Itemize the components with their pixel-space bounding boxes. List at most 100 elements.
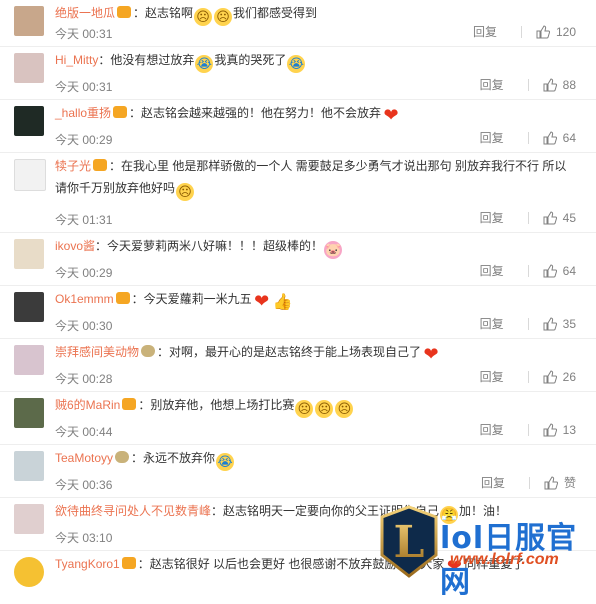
- reply-button[interactable]: 回复: [480, 76, 504, 93]
- comment-username[interactable]: 贼6的MaRin: [55, 398, 120, 412]
- like-count: 64: [562, 263, 576, 278]
- like-button[interactable]: 120: [536, 25, 576, 39]
- crying-emoji-icon: 😭: [216, 453, 235, 471]
- comment-text-tail: 请你千万别放弃他好吗: [55, 181, 176, 195]
- like-count: 88: [562, 77, 576, 92]
- divider: [528, 476, 530, 489]
- comment-text: ：对啊，最开心的是赵志铭终于能上场表现自己了: [157, 345, 422, 359]
- comment-username[interactable]: 犊子光: [55, 159, 91, 173]
- avatar[interactable]: [14, 239, 44, 269]
- reply-button[interactable]: 回复: [481, 474, 505, 491]
- comment-time: 今天 03:10: [55, 531, 113, 545]
- avatar[interactable]: [14, 106, 44, 136]
- reply-button[interactable]: 回复: [480, 262, 504, 279]
- reply-button[interactable]: 回复: [480, 368, 504, 385]
- comment-time: 今天 00:31: [55, 80, 113, 94]
- comment-time: 今天 00:29: [55, 133, 113, 147]
- vip-badge-icon: [93, 159, 108, 171]
- comment-username[interactable]: TeaMotoyy: [55, 451, 113, 465]
- like-count: 35: [562, 316, 576, 331]
- comment-body: ikovo酱：今天爱萝莉两米八好嘛！！！超级棒的！ 🐷: [55, 235, 584, 259]
- comment-username[interactable]: _hallo重扬: [55, 106, 111, 120]
- comment-username[interactable]: 欲待曲终寻问处人不见数青峰: [55, 504, 211, 518]
- avatar[interactable]: [14, 53, 44, 83]
- thumbs-up-icon: [543, 210, 557, 224]
- comment-username[interactable]: TyangKoro1: [55, 557, 120, 571]
- like-button[interactable]: 45: [543, 211, 576, 225]
- divider: [520, 25, 522, 38]
- comment-actions: 回复 35: [480, 315, 576, 332]
- sad-emoji-icon: ☹: [194, 8, 213, 26]
- like-count: 26: [562, 369, 576, 384]
- comment-body: Hi_Mitty：他没有想过放弃 😭 我真的哭死了 😭: [55, 49, 584, 73]
- comment-text: ：赵志铭会越来越强的！他在努力！他不会放弃: [129, 106, 382, 120]
- thumbs-up-icon: [536, 24, 550, 38]
- like-button[interactable]: 64: [543, 264, 576, 278]
- comment-item: Hi_Mitty：他没有想过放弃 😭 我真的哭死了 😭 今天 00:31 回复 88: [0, 47, 596, 100]
- comment-text: ：赵志铭啊: [133, 6, 194, 20]
- divider: [527, 370, 529, 383]
- comment-text: ：永远不放弃你: [131, 451, 216, 465]
- comment-username[interactable]: ikovo酱: [55, 239, 95, 253]
- reply-button[interactable]: 回复: [480, 315, 504, 332]
- avatar[interactable]: [14, 159, 46, 191]
- comment-username[interactable]: 崇拜感间美动物: [55, 345, 139, 359]
- divider: [527, 211, 529, 224]
- comment-username[interactable]: 绝版一地瓜: [55, 6, 115, 20]
- league-of-legends-logo: L: [380, 505, 438, 578]
- comment-time: 今天 00:29: [55, 266, 113, 280]
- comment-item: 犊子光 ：在我心里 他是那样骄傲的一个人 需要鼓足多少勇气才说出那句 别放弃我行不…: [0, 153, 596, 233]
- avatar[interactable]: [14, 292, 44, 322]
- avatar[interactable]: [14, 504, 44, 534]
- thumbs-up-icon: [543, 422, 557, 436]
- comment-username[interactable]: Hi_Mitty: [55, 53, 98, 67]
- comment-item: 绝版一地瓜 ：赵志铭啊 ☹ ☹ 我们都感受得到 今天 00:31 回复 120: [0, 0, 596, 47]
- thumbs-up-icon: [543, 369, 557, 383]
- sad-emoji-icon: ☹: [176, 183, 195, 201]
- vip-badge-icon: [122, 398, 137, 410]
- vip-badge-icon: [121, 557, 136, 569]
- comment-text: ：他没有想过放弃: [98, 53, 195, 67]
- comment-item: Ok1emmm ：今天爱蘿莉一米九五 ❤ 👍 今天 00:30 回复 35: [0, 286, 596, 339]
- comment-item: TeaMotoyy ：永远不放弃你 😭 今天 00:36 回复 赞: [0, 445, 596, 498]
- divider: [527, 131, 529, 144]
- like-count: 45: [562, 210, 576, 225]
- vip-badge-icon: [115, 292, 130, 304]
- comment-time: 今天 00:30: [55, 319, 113, 333]
- reply-button[interactable]: 回复: [480, 209, 504, 226]
- heart-emoji-icon: ❤: [423, 344, 439, 364]
- divider: [527, 78, 529, 91]
- comment-time: 今天 00:28: [55, 372, 113, 386]
- divider: [527, 264, 529, 277]
- medal-badge-icon: [115, 451, 130, 463]
- like-button[interactable]: 13: [543, 423, 576, 437]
- like-button[interactable]: 88: [543, 78, 576, 92]
- comment-body: 犊子光 ：在我心里 他是那样骄傲的一个人 需要鼓足多少勇气才说出那句 别放弃我行不…: [55, 155, 584, 201]
- reply-button[interactable]: 回复: [480, 129, 504, 146]
- avatar[interactable]: [14, 557, 44, 587]
- like-button[interactable]: 26: [543, 370, 576, 384]
- comment-actions: 回复 64: [480, 129, 576, 146]
- comment-actions: 回复 赞: [481, 474, 576, 491]
- comment-body: 贼6的MaRin ：别放弃他，他想上场打比赛 ☹ ☹ ☹: [55, 394, 584, 418]
- crying-emoji-icon: 😭: [287, 55, 306, 73]
- like-button[interactable]: 35: [543, 317, 576, 331]
- sad-emoji-icon: ☹: [214, 8, 233, 26]
- medal-badge-icon: [141, 345, 156, 357]
- comment-actions: 回复 120: [473, 23, 576, 40]
- like-button[interactable]: 64: [543, 131, 576, 145]
- comment-body: 崇拜感间美动物 ：对啊，最开心的是赵志铭终于能上场表现自己了 ❤: [55, 341, 584, 363]
- comment-item: ikovo酱：今天爱萝莉两米八好嘛！！！超级棒的！ 🐷 今天 00:29 回复 6…: [0, 233, 596, 286]
- avatar[interactable]: [14, 398, 44, 428]
- avatar[interactable]: [14, 451, 44, 481]
- thumbs-up-icon: [543, 316, 557, 330]
- vip-badge-icon: [117, 6, 132, 18]
- reply-button[interactable]: 回复: [480, 421, 504, 438]
- like-button[interactable]: 赞: [544, 474, 576, 491]
- avatar[interactable]: [14, 345, 44, 375]
- comment-actions: 回复 64: [480, 262, 576, 279]
- reply-button[interactable]: 回复: [473, 23, 497, 40]
- avatar[interactable]: [14, 6, 44, 36]
- comment-time: 今天 01:31: [55, 213, 113, 227]
- comment-username[interactable]: Ok1emmm: [55, 292, 114, 306]
